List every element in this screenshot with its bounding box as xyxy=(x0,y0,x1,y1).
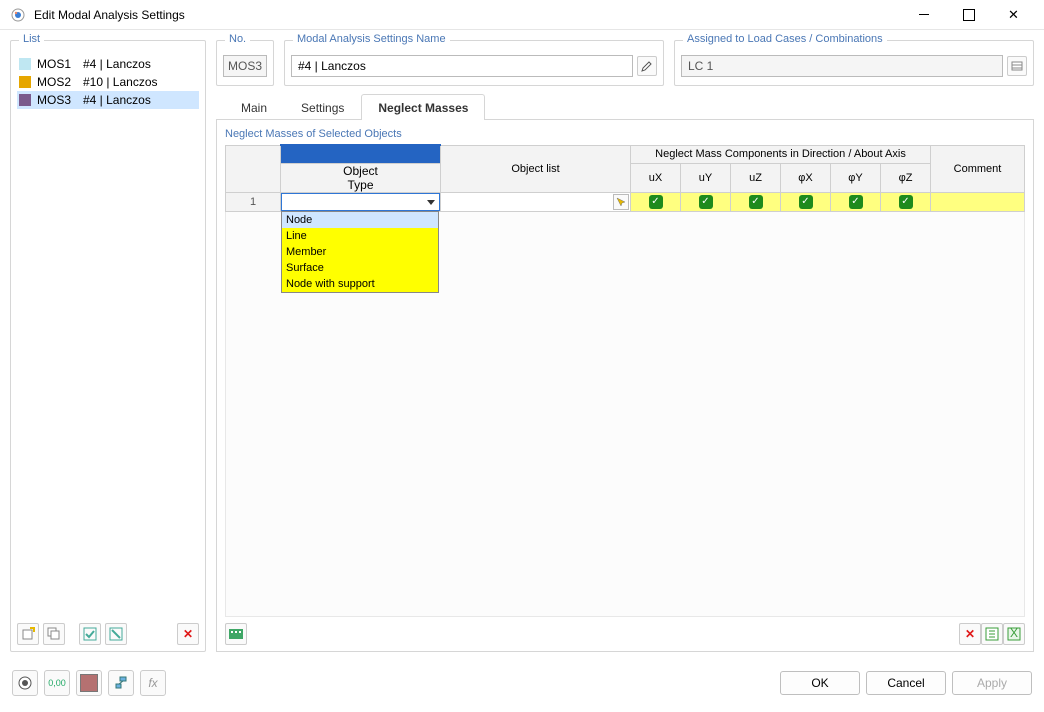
check-ux[interactable]: ✓ xyxy=(631,192,681,211)
row-number: 1 xyxy=(226,192,281,211)
col-uz: uZ xyxy=(731,163,781,192)
help-button[interactable] xyxy=(12,670,38,696)
number-field: MOS3 xyxy=(223,55,267,77)
assigned-box: Assigned to Load Cases / Combinations LC… xyxy=(674,40,1034,86)
tab-strip: Main Settings Neglect Masses xyxy=(216,94,1034,120)
dropdown-option[interactable]: Node with support xyxy=(282,276,438,292)
check-uy[interactable]: ✓ xyxy=(681,192,731,211)
check-uz[interactable]: ✓ xyxy=(731,192,781,211)
neglect-masses-grid[interactable]: Object list Neglect Mass Components in D… xyxy=(225,144,1025,212)
no-legend: No. xyxy=(225,33,250,45)
grid-tool-button[interactable] xyxy=(225,623,247,645)
main-panel: Neglect Masses of Selected Objects Objec… xyxy=(216,120,1034,652)
list-item[interactable]: MOS3 #4 | Lanczos xyxy=(17,91,199,109)
structure-button[interactable] xyxy=(108,670,134,696)
list-item[interactable]: MOS1 #4 | Lanczos xyxy=(17,55,199,73)
app-icon xyxy=(10,7,26,23)
object-list-cell[interactable] xyxy=(441,192,631,211)
fx-button[interactable]: fx xyxy=(140,670,166,696)
list-legend: List xyxy=(19,33,44,45)
maximize-button[interactable] xyxy=(946,1,991,29)
color-chip xyxy=(19,58,31,70)
color-chip xyxy=(19,94,31,106)
close-button[interactable] xyxy=(991,1,1036,29)
tab-main[interactable]: Main xyxy=(224,94,284,120)
color-button[interactable] xyxy=(76,670,102,696)
list-item[interactable]: MOS2 #10 | Lanczos xyxy=(17,73,199,91)
ok-button[interactable]: OK xyxy=(780,671,860,695)
cancel-button[interactable]: Cancel xyxy=(866,671,946,695)
list-item-id: MOS1 xyxy=(37,57,77,71)
object-type-dropdown[interactable] xyxy=(281,193,440,211)
uncheck-all-button[interactable] xyxy=(105,623,127,645)
dialog-footer: 0,00 fx OK Cancel Apply xyxy=(0,662,1044,702)
check-phiy[interactable]: ✓ xyxy=(831,192,881,211)
color-chip xyxy=(19,76,31,88)
minimize-button[interactable] xyxy=(901,1,946,29)
tab-neglect-masses[interactable]: Neglect Masses xyxy=(361,94,485,120)
list-item-label: #4 | Lanczos xyxy=(83,57,151,71)
list-panel: List MOS1 #4 | Lanczos MOS2 #10 | Lanczo… xyxy=(10,40,206,652)
name-box: Modal Analysis Settings Name xyxy=(284,40,664,86)
col-object-type: Object Type xyxy=(281,163,441,192)
dropdown-option[interactable]: Surface xyxy=(282,260,438,276)
col-comment: Comment xyxy=(931,145,1025,192)
apply-button[interactable]: Apply xyxy=(952,671,1032,695)
list-item-label: #10 | Lanczos xyxy=(83,75,158,89)
new-item-button[interactable] xyxy=(17,623,39,645)
check-phiz[interactable]: ✓ xyxy=(881,192,931,211)
number-box: No. MOS3 xyxy=(216,40,274,86)
name-input[interactable] xyxy=(291,55,633,77)
window-title: Edit Modal Analysis Settings xyxy=(34,8,901,22)
dropdown-option[interactable]: Member xyxy=(282,244,438,260)
col-phix: φX xyxy=(781,163,831,192)
col-phiz: φZ xyxy=(881,163,931,192)
dropdown-option[interactable]: Node xyxy=(282,212,438,228)
comment-cell[interactable] xyxy=(931,192,1025,211)
list-item-id: MOS3 xyxy=(37,93,77,107)
svg-text:X: X xyxy=(1010,627,1018,640)
export-button[interactable] xyxy=(981,623,1003,645)
name-legend: Modal Analysis Settings Name xyxy=(293,33,450,45)
copy-item-button[interactable] xyxy=(43,623,65,645)
object-type-cell[interactable]: Node Line Member Surface Node with suppo… xyxy=(281,192,441,211)
list-items: MOS1 #4 | Lanczos MOS2 #10 | Lanczos MOS… xyxy=(17,55,199,619)
units-button[interactable]: 0,00 xyxy=(44,670,70,696)
list-item-id: MOS2 xyxy=(37,75,77,89)
delete-item-button[interactable]: ✕ xyxy=(177,623,199,645)
edit-name-button[interactable] xyxy=(637,56,657,76)
col-uy: uY xyxy=(681,163,731,192)
table-row[interactable]: 1 Node Line Member Surface Node with sup… xyxy=(226,192,1025,211)
col-ux: uX xyxy=(631,163,681,192)
assigned-legend: Assigned to Load Cases / Combinations xyxy=(683,33,887,45)
check-all-button[interactable] xyxy=(79,623,101,645)
dropdown-option[interactable]: Line xyxy=(282,228,438,244)
object-type-dropdown-list[interactable]: Node Line Member Surface Node with suppo… xyxy=(281,211,439,293)
list-item-label: #4 | Lanczos xyxy=(83,93,151,107)
assigned-details-button[interactable] xyxy=(1007,56,1027,76)
check-phix[interactable]: ✓ xyxy=(781,192,831,211)
delete-row-button[interactable]: ✕ xyxy=(959,623,981,645)
titlebar: Edit Modal Analysis Settings xyxy=(0,0,1044,30)
assigned-field: LC 1 xyxy=(681,55,1003,77)
tab-settings[interactable]: Settings xyxy=(284,94,361,120)
col-phiy: φY xyxy=(831,163,881,192)
section-title: Neglect Masses of Selected Objects xyxy=(225,128,1025,140)
pick-objects-button[interactable] xyxy=(613,194,629,210)
col-object-list: Object list xyxy=(441,145,631,192)
export-excel-button[interactable]: X xyxy=(1003,623,1025,645)
col-neglect-group: Neglect Mass Components in Direction / A… xyxy=(631,145,931,163)
